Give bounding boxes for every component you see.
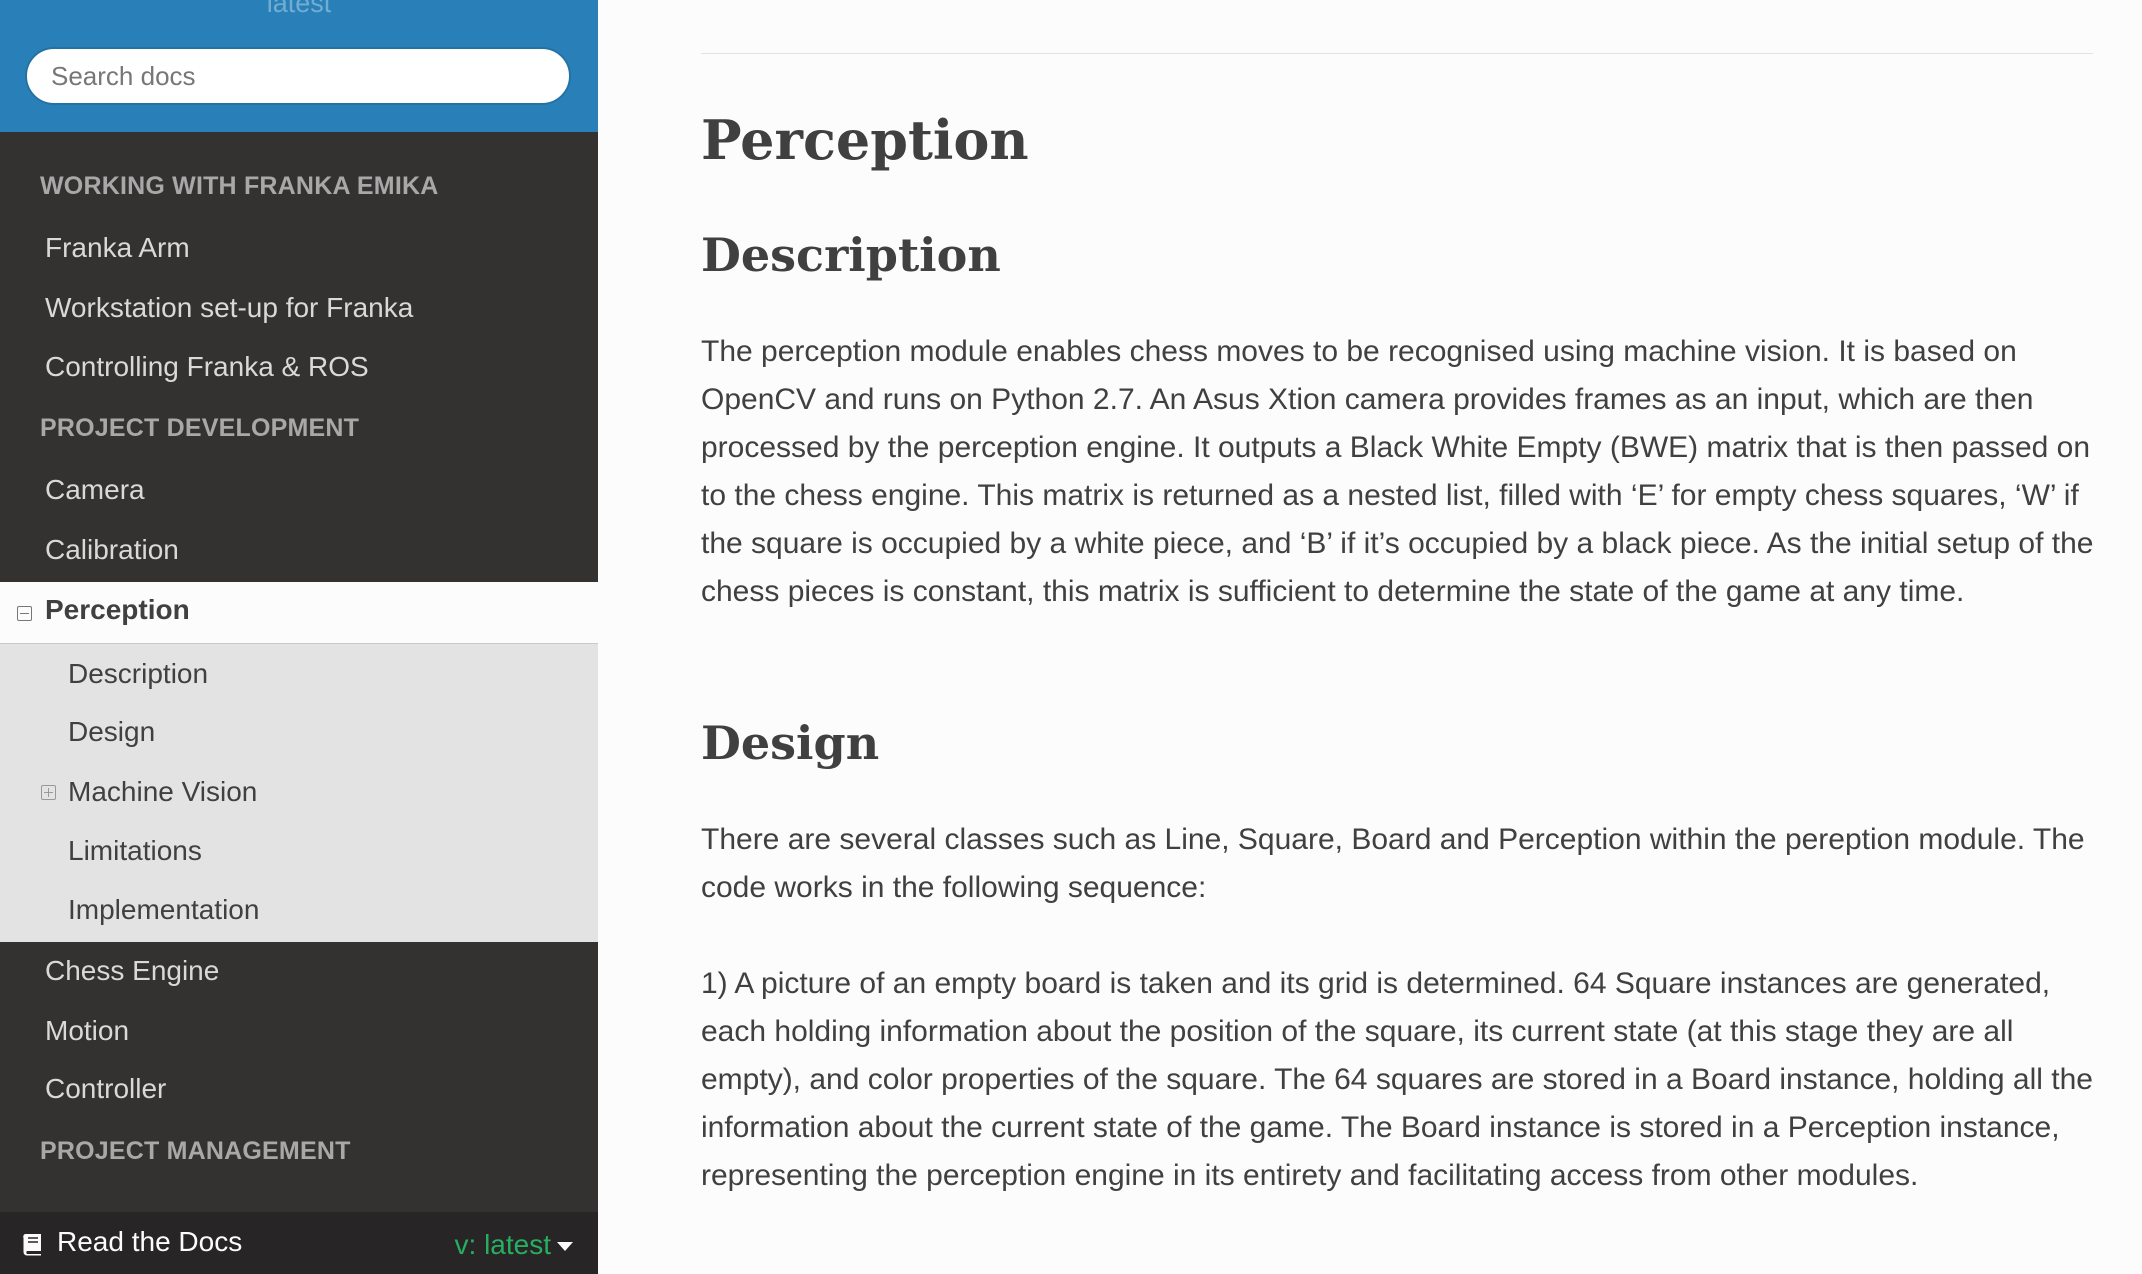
version-selector[interactable]: v: latest — [455, 1229, 573, 1261]
sidebar-item-calibration[interactable]: Calibration — [45, 534, 179, 566]
version-label: v: latest — [454, 1229, 551, 1260]
minus-square-icon[interactable] — [17, 606, 32, 621]
plus-square-icon[interactable] — [41, 785, 56, 800]
sidebar-item-label: Perception — [45, 594, 190, 625]
read-the-docs-label: Read the Docs — [57, 1226, 243, 1257]
design-paragraph-2: 1) A picture of an empty board is taken … — [701, 967, 2093, 1192]
docs-page: latest WORKING WITH FRANKA EMIKA Franka … — [0, 0, 2142, 1274]
page-title: Perception — [701, 108, 1029, 172]
read-the-docs-bar[interactable]: Read the Docs v: latest — [0, 1212, 598, 1274]
sidebar-item-chess-engine[interactable]: Chess Engine — [45, 955, 219, 987]
sidebar-subitem-description[interactable]: Description — [68, 658, 208, 690]
main-content: Perception Description The perception mo… — [598, 0, 2142, 1274]
sidebar-subitem-implementation[interactable]: Implementation — [68, 894, 259, 926]
search-input[interactable] — [25, 47, 571, 105]
section-heading-design: Design — [701, 716, 880, 770]
sidebar-item-controlling-franka-ros[interactable]: Controlling Franka & ROS — [45, 351, 369, 383]
caption-project-management: PROJECT MANAGEMENT — [40, 1137, 351, 1165]
current-section-block: Perception Description Design Machine Vi… — [0, 582, 598, 942]
design-paragraph-1: There are several classes such as Line, … — [701, 823, 2085, 904]
book-icon — [23, 1234, 41, 1256]
sidebar-subitem-design[interactable]: Design — [68, 716, 155, 748]
sidebar-item-perception[interactable]: Perception — [0, 582, 598, 644]
sidebar-item-camera[interactable]: Camera — [45, 474, 145, 506]
caption-working-with-franka: WORKING WITH FRANKA EMIKA — [40, 172, 439, 200]
sidebar-item-franka-arm[interactable]: Franka Arm — [45, 232, 190, 264]
sidebar: latest WORKING WITH FRANKA EMIKA Franka … — [0, 0, 598, 1274]
sidebar-header: latest — [0, 0, 598, 132]
sidebar-subitem-machine-vision[interactable]: Machine Vision — [68, 776, 257, 808]
caption-project-development: PROJECT DEVELOPMENT — [40, 414, 360, 442]
top-divider — [701, 53, 2093, 54]
description-paragraph: The perception module enables chess move… — [701, 335, 2094, 608]
sidebar-item-workstation-setup[interactable]: Workstation set-up for Franka — [45, 292, 413, 324]
docs-version: latest — [266, 0, 332, 18]
caret-down-icon — [557, 1242, 573, 1252]
sidebar-subitem-limitations[interactable]: Limitations — [68, 835, 202, 867]
sidebar-item-motion[interactable]: Motion — [45, 1015, 129, 1047]
sidebar-item-controller[interactable]: Controller — [45, 1073, 166, 1105]
section-heading-description: Description — [701, 228, 1001, 282]
